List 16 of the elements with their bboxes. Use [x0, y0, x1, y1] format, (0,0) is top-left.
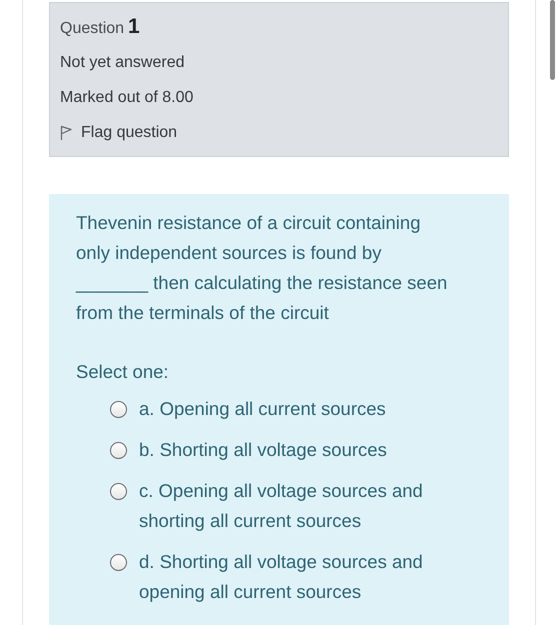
- option-label[interactable]: a. Opening all current sources: [139, 394, 480, 424]
- radio-button[interactable]: [110, 401, 127, 418]
- scrollbar-thumb[interactable]: [550, 0, 555, 80]
- option-label[interactable]: c. Opening all voltage sources and shorting all current sources: [139, 476, 480, 536]
- question-number: 1: [128, 15, 140, 39]
- radio-button[interactable]: [110, 554, 127, 571]
- option-label[interactable]: d. Shorting all voltage sources and opening all current sources: [139, 547, 480, 607]
- radio-button[interactable]: [110, 442, 127, 459]
- flag-question-link[interactable]: Flag question: [60, 122, 178, 144]
- option-label[interactable]: b. Shorting all voltage sources: [139, 435, 480, 465]
- answer-status: Not yet answered: [60, 53, 185, 73]
- select-prompt: Select one:: [76, 360, 169, 384]
- question-text: Thevenin resistance of a circuit containing only independent sources is found by _______ then calculating the resistance seen from the terminals of the circuit: [76, 211, 448, 325]
- question-label: Question: [60, 20, 124, 38]
- marks-text: Marked out of 8.00: [60, 88, 194, 108]
- radio-button[interactable]: [110, 483, 127, 500]
